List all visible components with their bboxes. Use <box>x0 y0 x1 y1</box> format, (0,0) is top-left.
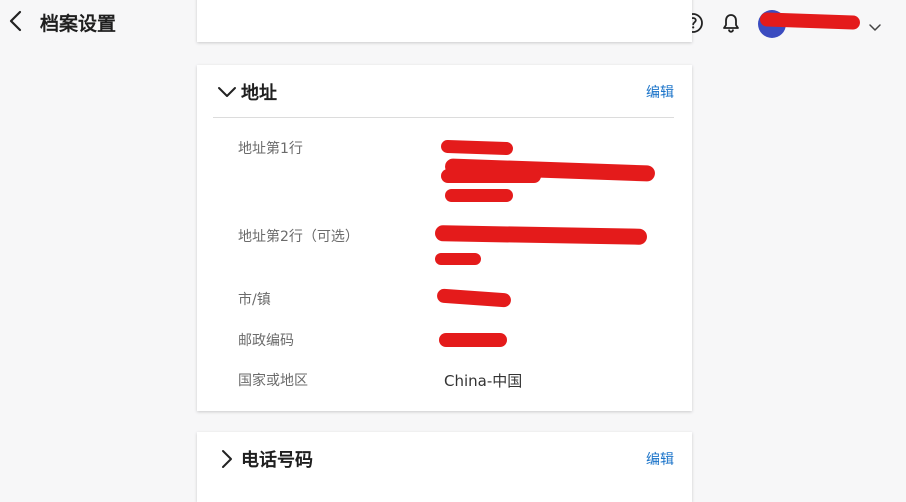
back-button[interactable] <box>6 9 26 33</box>
address-section-title: 地址 <box>241 83 277 104</box>
chevron-left-icon <box>9 10 22 32</box>
phone-section-card: 电话号码 编辑 <box>197 432 692 502</box>
address-line2-label: 地址第2行（可选） <box>238 229 359 245</box>
section-divider <box>213 117 674 118</box>
city-label: 市/镇 <box>238 292 271 308</box>
phone-section-title: 电话号码 <box>241 450 313 471</box>
address-edit-link[interactable]: 编辑 <box>646 82 674 102</box>
user-menu-button[interactable] <box>868 17 882 31</box>
address-section-toggle[interactable]: 地址 <box>215 79 277 105</box>
country-label: 国家或地区 <box>238 373 308 389</box>
page-title: 档案设置 <box>40 13 117 35</box>
bell-icon <box>723 14 739 33</box>
phone-edit-link[interactable]: 编辑 <box>646 449 674 469</box>
chevron-down-icon <box>869 24 881 31</box>
phone-section-toggle[interactable]: 电话号码 <box>215 446 313 472</box>
country-value: China-中国 <box>444 372 523 390</box>
notifications-button[interactable] <box>720 12 742 34</box>
chevron-down-icon <box>218 87 236 97</box>
phone-section-header: 电话号码 编辑 <box>197 432 692 484</box>
previous-section-card <box>197 0 692 42</box>
address-section-header: 地址 编辑 <box>197 65 692 117</box>
city-value <box>436 288 512 308</box>
address-section-card: 地址 编辑 地址第1行 地址第2行（可选） 市/镇 邮政编码 国家或地区 Chi… <box>197 65 692 411</box>
chevron-right-icon <box>222 450 232 468</box>
address-line1-label: 地址第1行 <box>238 141 303 157</box>
postal-code-value <box>439 333 507 347</box>
postal-code-label: 邮政编码 <box>238 333 294 349</box>
